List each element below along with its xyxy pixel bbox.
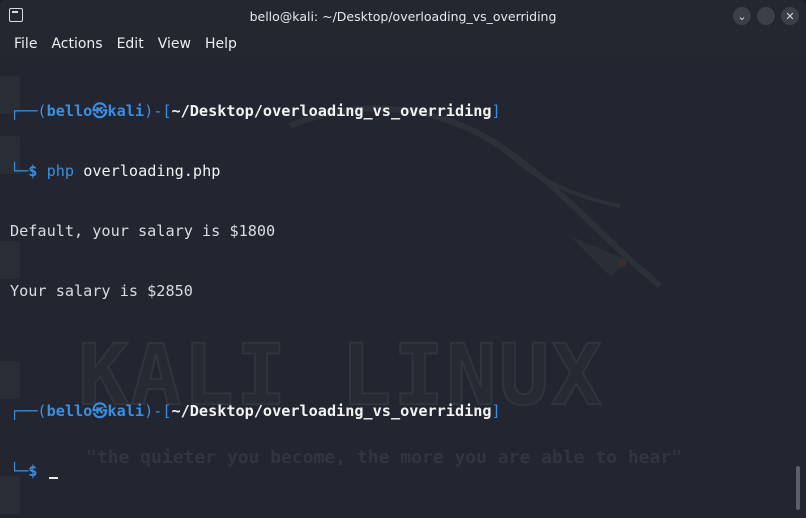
- prompt-user: bello: [46, 402, 93, 420]
- command-name: php: [46, 162, 75, 180]
- minimize-button[interactable]: ⌄: [733, 7, 751, 25]
- command-line[interactable]: └─$: [10, 461, 501, 481]
- menu-edit[interactable]: Edit: [110, 36, 151, 52]
- prompt-bracket: ]: [491, 402, 501, 420]
- title-bar[interactable]: bello@kali: ~/Desktop/overloading_vs_ove…: [0, 0, 806, 32]
- command-argument: overloading.php: [83, 162, 221, 180]
- prompt-host: kali: [107, 102, 145, 120]
- menu-help[interactable]: Help: [198, 36, 244, 52]
- prompt-host: kali: [107, 402, 145, 420]
- menu-actions[interactable]: Actions: [44, 36, 109, 52]
- prompt-skull-icon: ㉿: [92, 102, 108, 120]
- prompt-corner: └─: [10, 162, 29, 180]
- terminal-output-area[interactable]: KALI LINUX "the quieter you become, the …: [0, 56, 806, 518]
- terminal-window: bello@kali: ~/Desktop/overloading_vs_ove…: [0, 0, 806, 518]
- prompt-corner: ┌──(: [10, 402, 47, 420]
- prompt-dollar: $: [28, 462, 38, 480]
- chevron-down-icon: ⌄: [737, 9, 747, 23]
- prompt-corner: └─: [10, 462, 29, 480]
- menu-bar: File Actions Edit View Help: [0, 32, 806, 56]
- text-cursor: [48, 477, 58, 479]
- window-title: bello@kali: ~/Desktop/overloading_vs_ove…: [249, 8, 557, 24]
- command-line: └─$ php overloading.php: [10, 161, 501, 181]
- prompt-path: ~/Desktop/overloading_vs_overriding: [171, 102, 492, 120]
- terminal-app-icon[interactable]: [9, 8, 23, 22]
- output-line: Your salary is $2850: [10, 282, 193, 300]
- menu-view[interactable]: View: [151, 36, 198, 52]
- prompt-line: ┌──(bello㉿kali)-[~/Desktop/overloading_v…: [10, 401, 501, 421]
- maximize-button[interactable]: [757, 7, 775, 25]
- prompt-separator: )-[: [144, 402, 172, 420]
- close-button[interactable]: ✕: [781, 7, 799, 25]
- terminal-lines: ┌──(bello㉿kali)-[~/Desktop/overloading_v…: [10, 61, 501, 518]
- prompt-corner: ┌──(: [10, 102, 47, 120]
- prompt-separator: )-[: [144, 102, 172, 120]
- close-icon: ✕: [785, 9, 795, 23]
- prompt-skull-icon: ㉿: [92, 402, 108, 420]
- prompt-bracket: ]: [491, 102, 501, 120]
- output-line: Default, your salary is $1800: [10, 222, 276, 240]
- prompt-line: ┌──(bello㉿kali)-[~/Desktop/overloading_v…: [10, 101, 501, 121]
- scrollbar[interactable]: [796, 466, 800, 510]
- prompt-dollar: $: [28, 162, 38, 180]
- prompt-user: bello: [46, 102, 93, 120]
- menu-file[interactable]: File: [0, 36, 44, 52]
- prompt-path: ~/Desktop/overloading_vs_overriding: [171, 402, 492, 420]
